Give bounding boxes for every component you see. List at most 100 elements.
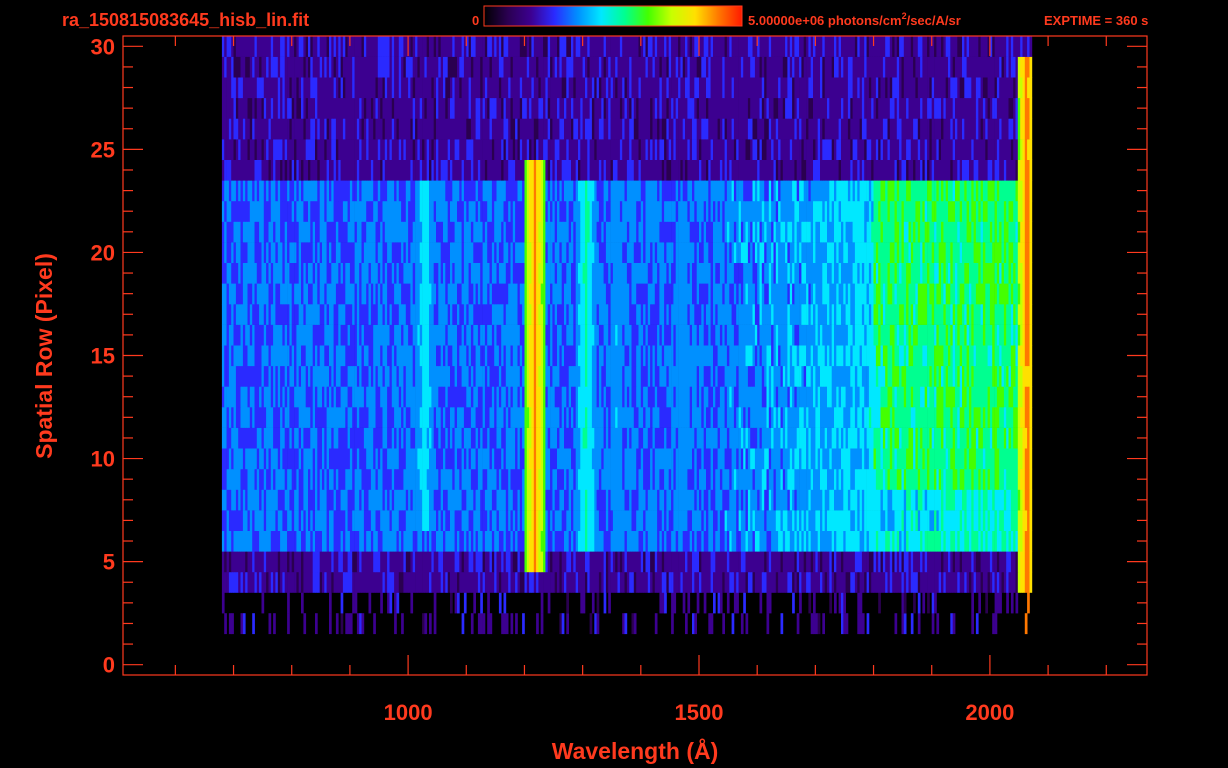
heatmap-cell bbox=[610, 407, 614, 428]
heatmap-cell bbox=[259, 571, 262, 593]
heatmap-cell bbox=[794, 530, 798, 552]
heatmap-cell bbox=[799, 427, 802, 449]
heatmap-cell bbox=[757, 345, 760, 367]
heatmap-cell bbox=[221, 468, 225, 490]
heatmap-cell bbox=[973, 571, 977, 593]
heatmap-cell bbox=[510, 304, 514, 325]
heatmap-cell bbox=[740, 530, 744, 552]
heatmap-cell bbox=[522, 613, 525, 635]
heatmap-cell bbox=[878, 407, 881, 428]
heatmap-cell bbox=[985, 530, 988, 552]
heatmap-cell bbox=[238, 468, 241, 490]
heatmap-cell bbox=[917, 571, 921, 593]
heatmap-cell bbox=[247, 407, 251, 428]
heatmap-cell bbox=[922, 427, 926, 449]
heatmap-cell bbox=[277, 530, 281, 552]
heatmap-cell bbox=[645, 489, 649, 511]
heatmap-cell bbox=[638, 304, 642, 325]
heatmap-cell bbox=[375, 448, 379, 470]
heatmap-cell bbox=[701, 345, 704, 367]
heatmap-cell bbox=[377, 571, 381, 593]
heatmap-cell bbox=[221, 427, 225, 449]
heatmap-cell bbox=[1008, 551, 1012, 573]
heatmap-cell bbox=[1022, 365, 1026, 387]
heatmap-cell bbox=[354, 345, 358, 367]
heatmap-cell bbox=[873, 324, 877, 346]
heatmap-cell bbox=[703, 510, 707, 531]
heatmap-cell bbox=[852, 427, 856, 449]
heatmap-cell bbox=[729, 468, 732, 490]
heatmap-cell bbox=[284, 407, 288, 428]
heatmap-cell bbox=[624, 551, 628, 573]
heatmap-cell bbox=[487, 427, 490, 449]
heatmap-cell bbox=[810, 448, 814, 470]
heatmap-cell bbox=[782, 448, 786, 470]
heatmap-cell bbox=[491, 324, 495, 346]
heatmap-cell bbox=[850, 448, 853, 470]
heatmap-cell bbox=[643, 304, 646, 325]
heatmap-cell bbox=[373, 304, 376, 325]
heatmap-cell bbox=[964, 468, 967, 490]
heatmap-cell bbox=[405, 324, 409, 346]
heatmap-cell bbox=[284, 365, 288, 387]
heatmap-cell bbox=[989, 571, 993, 593]
heatmap-cell bbox=[780, 407, 784, 428]
heatmap-cell bbox=[373, 448, 376, 470]
heatmap-cell bbox=[566, 324, 569, 346]
heatmap-cell bbox=[754, 407, 758, 428]
heatmap-cell bbox=[680, 489, 684, 511]
heatmap-cell bbox=[964, 571, 967, 593]
heatmap-cell bbox=[531, 365, 535, 387]
heatmap-cell bbox=[710, 489, 714, 511]
heatmap-cell bbox=[989, 468, 993, 490]
heatmap-cell bbox=[736, 592, 739, 614]
heatmap-cell bbox=[466, 571, 469, 593]
heatmap-cell bbox=[508, 386, 511, 408]
heatmap-cell bbox=[242, 448, 246, 470]
heatmap-cell bbox=[477, 427, 481, 449]
heatmap-cell bbox=[959, 345, 963, 367]
heatmap-cell bbox=[917, 345, 921, 367]
heatmap-cell bbox=[943, 324, 947, 346]
heatmap-cell bbox=[896, 510, 900, 531]
heatmap-cell bbox=[473, 324, 476, 346]
heatmap-cell bbox=[955, 386, 958, 408]
heatmap-cell bbox=[889, 448, 893, 470]
heatmap-cell bbox=[401, 304, 404, 325]
heatmap-cell bbox=[575, 365, 579, 387]
heatmap-cell bbox=[394, 613, 397, 635]
heatmap-cell bbox=[226, 448, 230, 470]
heatmap-cell bbox=[703, 304, 707, 325]
heatmap-cell bbox=[936, 613, 940, 635]
heatmap-cell bbox=[612, 468, 616, 490]
heatmap-cell bbox=[491, 407, 495, 428]
heatmap-cell bbox=[638, 345, 642, 367]
heatmap-cell bbox=[457, 304, 460, 325]
heatmap-cell bbox=[747, 407, 751, 428]
heatmap-cell bbox=[1022, 530, 1026, 552]
heatmap-cell bbox=[873, 530, 877, 552]
heatmap-cell bbox=[417, 551, 421, 573]
heatmap-cell bbox=[703, 489, 707, 511]
heatmap-cell bbox=[445, 571, 448, 593]
heatmap-cell bbox=[934, 386, 937, 408]
heatmap-cell bbox=[459, 468, 462, 490]
heatmap-cell bbox=[673, 530, 677, 552]
heatmap-cell bbox=[666, 345, 670, 367]
heatmap-cell bbox=[789, 489, 793, 511]
heatmap-cell bbox=[503, 468, 507, 490]
heatmap-cell bbox=[740, 427, 744, 449]
heatmap-cell bbox=[796, 571, 800, 593]
heatmap-cell bbox=[573, 386, 576, 408]
heatmap-cell bbox=[629, 365, 632, 387]
heatmap-cell bbox=[766, 386, 770, 408]
heatmap-cell bbox=[689, 551, 693, 573]
heatmap-cell bbox=[480, 489, 483, 511]
heatmap-cell bbox=[354, 365, 358, 387]
heatmap-cell bbox=[585, 407, 588, 428]
heatmap-cell bbox=[924, 510, 928, 531]
heatmap-cell bbox=[899, 386, 902, 408]
heatmap-cell bbox=[719, 592, 723, 614]
heatmap-cell bbox=[943, 386, 947, 408]
heatmap-cell bbox=[931, 571, 935, 593]
